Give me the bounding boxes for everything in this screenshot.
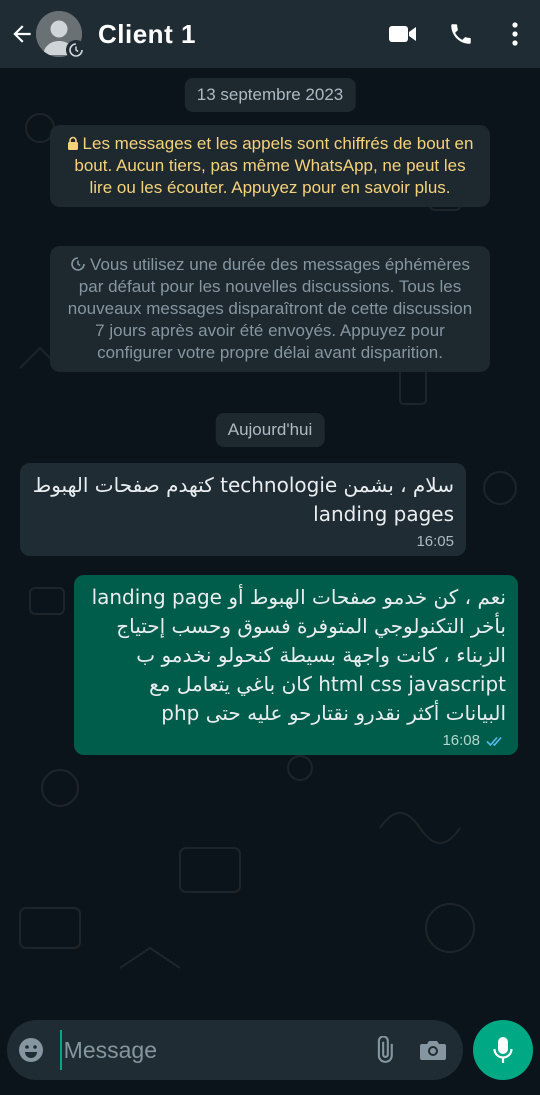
message-input[interactable]: [59, 1030, 360, 1070]
message-time: 16:08: [442, 732, 480, 749]
incoming-message[interactable]: سلام ، بشمن technologie كتهدم صفحات الهب…: [20, 463, 466, 556]
video-call-button[interactable]: [374, 0, 432, 68]
ephemeral-notice-text: Vous utilisez une durée des messages éph…: [67, 255, 473, 362]
microphone-icon: [493, 1037, 513, 1063]
message-text: سلام ، بشمن technologie كتهدم صفحات الهب…: [32, 473, 454, 526]
disappearing-timer-icon: [66, 40, 86, 60]
lock-icon: [67, 136, 78, 150]
back-arrow-icon: [13, 25, 31, 43]
camera-button[interactable]: [408, 1020, 457, 1080]
avatar[interactable]: [36, 11, 86, 60]
emoji-button[interactable]: [7, 1020, 56, 1080]
date-separator: 13 septembre 2023: [184, 78, 356, 112]
camera-icon: [419, 1041, 446, 1060]
encryption-notice-text: Les messages et les appels sont chiffrés…: [74, 134, 474, 197]
message-time: 16:05: [416, 533, 454, 550]
more-icon: [512, 22, 518, 46]
chat-header: Client 1: [0, 0, 540, 68]
emoji-icon: [19, 1038, 44, 1062]
contact-name[interactable]: Client 1: [98, 19, 374, 50]
phone-icon: [451, 24, 471, 44]
ephemeral-messages-notice[interactable]: Vous utilisez une durée des messages éph…: [50, 246, 490, 372]
voice-call-button[interactable]: [432, 0, 490, 68]
encryption-notice[interactable]: Les messages et les appels sont chiffrés…: [50, 125, 490, 207]
more-options-button[interactable]: [490, 0, 540, 68]
read-receipt-icon: [486, 736, 502, 746]
paperclip-icon: [377, 1036, 393, 1063]
message-text: نعم ، كن خدمو صفحات الهبوط أو landing pa…: [91, 585, 506, 725]
today-separator: Aujourd'hui: [215, 413, 325, 447]
disappearing-timer-icon: [71, 257, 85, 271]
attach-button[interactable]: [360, 1020, 409, 1080]
message-composer: [7, 1020, 463, 1080]
message-list[interactable]: 13 septembre 2023 Les messages et les ap…: [0, 68, 540, 1018]
voice-message-button[interactable]: [473, 1020, 533, 1080]
video-call-icon: [389, 26, 416, 42]
outgoing-message[interactable]: نعم ، كن خدمو صفحات الهبوط أو landing pa…: [74, 575, 518, 755]
